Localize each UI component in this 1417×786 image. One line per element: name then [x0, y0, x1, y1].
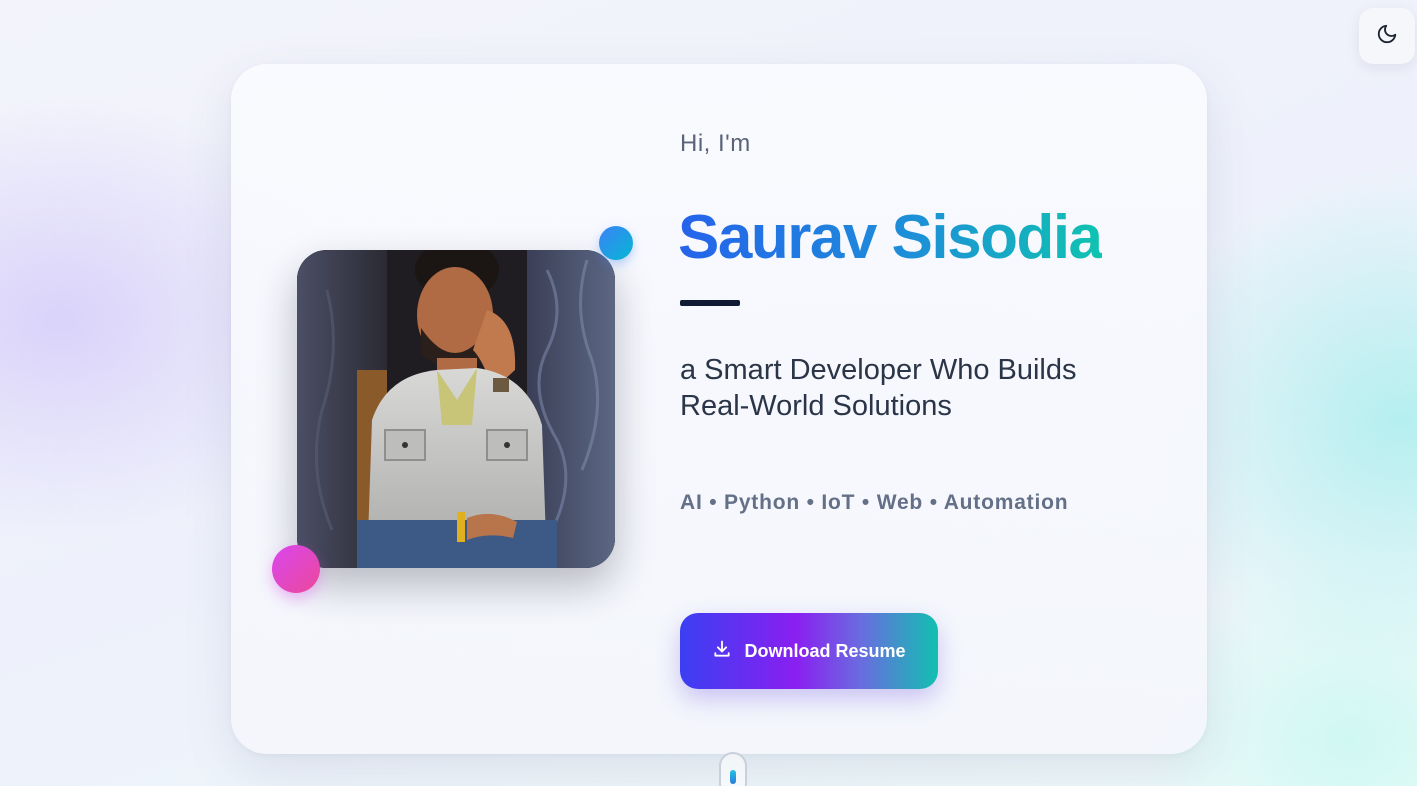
moon-icon	[1376, 23, 1398, 50]
theme-toggle-button[interactable]	[1359, 8, 1415, 64]
scroll-wheel	[730, 770, 736, 784]
download-resume-label: Download Resume	[744, 640, 906, 661]
skills-list: AI • Python • IoT • Web • Automation	[680, 491, 1069, 514]
accent-dot-blue	[599, 226, 633, 260]
greeting-text: Hi, I'm	[680, 130, 751, 157]
profile-photo	[297, 250, 615, 568]
name-underline	[680, 300, 740, 306]
accent-dot-pink	[272, 545, 320, 593]
hero-card: Hi, I'm Saurav Sisodia a Smart Developer…	[231, 64, 1207, 754]
hero-name: Saurav Sisodia	[678, 203, 1103, 272]
download-icon	[712, 639, 732, 664]
download-resume-button[interactable]: Download Resume	[680, 613, 938, 689]
hero-tagline: a Smart Developer Who Builds Real-World …	[680, 354, 1077, 422]
mouse-scroll-icon[interactable]	[719, 752, 747, 786]
